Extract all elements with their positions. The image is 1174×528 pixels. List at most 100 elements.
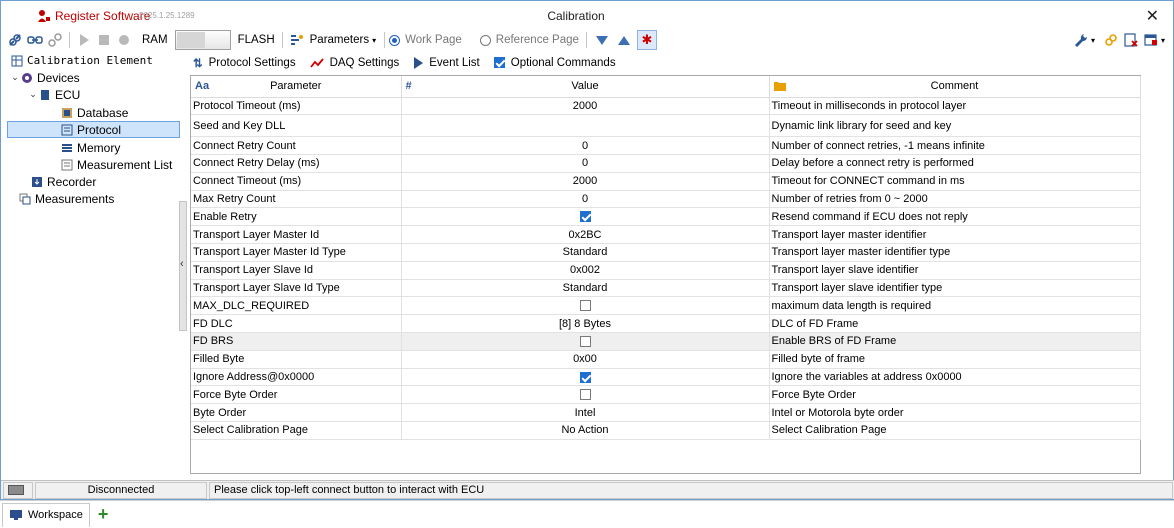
- work-page-radio[interactable]: [389, 34, 401, 46]
- checkbox-checked[interactable]: [579, 211, 591, 223]
- table-row[interactable]: Ignore Address@0x0000 Ignore the variable…: [191, 368, 1141, 387]
- tab-daq-settings[interactable]: DAQ Settings: [308, 53, 402, 73]
- tree-item-label: Measurements: [35, 191, 115, 206]
- value-checkbox-cell[interactable]: [401, 368, 770, 387]
- value-cell[interactable]: No Action: [401, 421, 770, 440]
- table-row[interactable]: Connect Retry Delay (ms) 0 Delay before a …: [191, 154, 1141, 173]
- workspace-label: Workspace: [28, 509, 83, 521]
- table-row[interactable]: Protocol Timeout (ms) 2000 Timeout in mill…: [191, 97, 1141, 116]
- table-row[interactable]: Seed and Key DLL Dynamic link library for…: [191, 114, 1141, 138]
- ram-flash-toggle[interactable]: [174, 30, 231, 50]
- close-button[interactable]: ✕: [1146, 6, 1159, 26]
- checkbox-unchecked[interactable]: [579, 300, 591, 312]
- value-cell[interactable]: 0x002: [401, 261, 770, 280]
- table-row[interactable]: Transport Layer Slave Id 0x002 Transport l…: [191, 261, 1141, 280]
- column-header-comment[interactable]: Comment: [769, 76, 1141, 98]
- table-row[interactable]: FD DLC [8] 8 Bytes DLC of FD Frame: [191, 314, 1141, 334]
- value-cell[interactable]: 0: [401, 154, 770, 173]
- value-cell[interactable]: 2000: [401, 172, 770, 191]
- tree-item-measurements[interactable]: Measurements: [19, 190, 114, 207]
- play-icon[interactable]: [76, 32, 92, 48]
- value-checkbox-cell[interactable]: [401, 332, 770, 351]
- tree-item-devices[interactable]: ⌄ Devices: [9, 69, 79, 86]
- expand-caret-icon[interactable]: ⌄: [9, 72, 21, 83]
- column-header-value[interactable]: # Value: [401, 76, 770, 98]
- value-cell[interactable]: Standard: [401, 243, 770, 262]
- value-cell[interactable]: [8] 8 Bytes: [401, 314, 770, 334]
- disconnect-icon[interactable]: [47, 32, 63, 48]
- clear-log-icon[interactable]: [1123, 32, 1139, 48]
- value-cell[interactable]: Intel: [401, 403, 770, 423]
- table-row[interactable]: MAX_DLC_REQUIRED maximum data length is r…: [191, 296, 1141, 316]
- expand-caret-icon[interactable]: ⌄: [27, 89, 39, 100]
- chevron-down-icon: ▾: [372, 35, 377, 45]
- stop-icon[interactable]: [96, 32, 112, 48]
- tab-label: Protocol Settings: [208, 56, 296, 69]
- checkbox-unchecked[interactable]: [579, 336, 591, 348]
- status-message: Please click top-left connect button to …: [209, 481, 1173, 499]
- monitor-icon: [10, 510, 22, 520]
- record-icon[interactable]: [116, 32, 132, 48]
- debug-bug-icon[interactable]: ✱: [636, 30, 657, 50]
- workspace-tab[interactable]: Workspace: [2, 502, 90, 527]
- value-cell[interactable]: 2000: [401, 97, 770, 116]
- comment-cell: Transport layer slave identifier type: [769, 279, 1141, 298]
- table-row[interactable]: FD BRS Enable BRS of FD Frame: [191, 332, 1141, 351]
- tree-item-memory[interactable]: Memory: [61, 139, 120, 156]
- value-checkbox-cell[interactable]: [401, 207, 770, 227]
- table-row[interactable]: Byte Order Intel Intel or Motorola byte or…: [191, 403, 1141, 423]
- tree-item-protocol[interactable]: Protocol: [7, 121, 180, 138]
- tree-item-database[interactable]: Database: [61, 104, 128, 121]
- parameter-cell: Connect Retry Count: [191, 136, 402, 156]
- toolbar-separator: [384, 32, 386, 48]
- value-cell[interactable]: Standard: [401, 279, 770, 298]
- tab-label: Optional Commands: [510, 56, 616, 69]
- text-type-icon: Aa: [195, 80, 210, 92]
- table-row[interactable]: Transport Layer Slave Id Type Standard Tra…: [191, 279, 1141, 298]
- tree-item-recorder[interactable]: Recorder: [31, 173, 96, 190]
- add-workspace-icon[interactable]: +: [98, 504, 109, 525]
- table-row[interactable]: Select Calibration Page No Action Select C…: [191, 421, 1141, 440]
- upload-arrow-icon[interactable]: [617, 35, 630, 45]
- reference-page-radio[interactable]: [479, 34, 491, 46]
- tab-event-list[interactable]: Event List: [411, 53, 482, 73]
- table-row[interactable]: Max Retry Count 0 Number of retries from 0…: [191, 190, 1141, 209]
- chain-icon[interactable]: [1103, 32, 1119, 48]
- table-row[interactable]: Connect Retry Count 0 Number of connect re…: [191, 136, 1141, 156]
- recorder-icon: [32, 176, 42, 187]
- tree-item-measurement-list[interactable]: Measurement List: [61, 156, 172, 173]
- link-icon[interactable]: [27, 32, 43, 48]
- value-cell[interactable]: 0: [401, 136, 770, 156]
- tab-label: DAQ Settings: [329, 56, 400, 69]
- toggle-knob: [176, 32, 205, 48]
- toolbar: RAM FLASH Parameters ▾ Work Page Referen…: [1, 29, 1173, 51]
- parameter-cell: Protocol Timeout (ms): [191, 97, 402, 116]
- table-row[interactable]: Enable Retry Resend command if ECU does n…: [191, 207, 1141, 227]
- table-row[interactable]: Transport Layer Master Id 0x2BC Transport …: [191, 225, 1141, 245]
- connect-icon[interactable]: [7, 32, 23, 48]
- panel-splitter[interactable]: [179, 201, 187, 331]
- checkbox-checked[interactable]: [579, 371, 591, 383]
- table-row[interactable]: Force Byte Order Force Byte Order: [191, 385, 1141, 405]
- parameter-cell: Seed and Key DLL: [191, 114, 402, 138]
- value-checkbox-cell[interactable]: [401, 296, 770, 316]
- table-row[interactable]: Connect Timeout (ms) 2000 Timeout for CONN…: [191, 172, 1141, 191]
- wrench-icon[interactable]: [1073, 32, 1089, 48]
- window-layout-icon[interactable]: [1143, 32, 1159, 48]
- parameter-cell: Select Calibration Page: [191, 421, 402, 440]
- column-header-parameter[interactable]: Aa Parameter: [191, 76, 402, 98]
- table-row[interactable]: Filled Byte 0x00 Filled byte of frame: [191, 350, 1141, 369]
- value-cell[interactable]: 0x2BC: [401, 225, 770, 245]
- parameter-cell: Byte Order: [191, 403, 402, 423]
- value-checkbox-cell[interactable]: [401, 385, 770, 405]
- value-cell[interactable]: 0x00: [401, 350, 770, 369]
- parameters-dropdown[interactable]: Parameters: [310, 34, 369, 46]
- checkbox-unchecked[interactable]: [579, 389, 591, 401]
- tree-item-ecu[interactable]: ⌄ ECU: [27, 86, 80, 103]
- download-arrow-icon[interactable]: [595, 35, 608, 45]
- value-cell[interactable]: [401, 114, 770, 138]
- tab-protocol-settings[interactable]: ⇅ Protocol Settings: [191, 53, 298, 73]
- table-row[interactable]: Transport Layer Master Id Type Standard Tr…: [191, 243, 1141, 262]
- tab-optional-commands[interactable]: Optional Commands: [492, 53, 618, 73]
- value-cell[interactable]: 0: [401, 190, 770, 209]
